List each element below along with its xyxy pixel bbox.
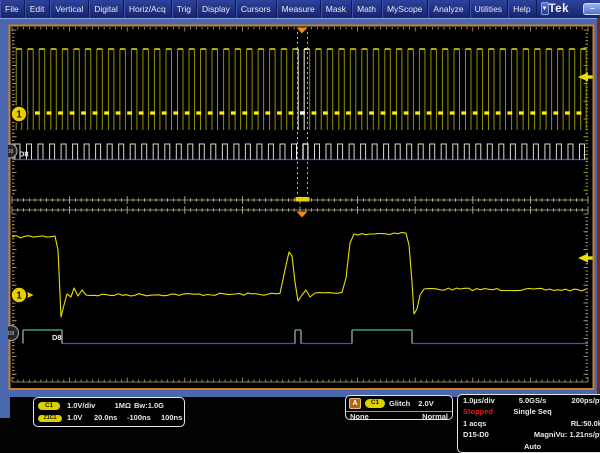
menu-item[interactable]: Display (197, 0, 236, 18)
menu-item[interactable]: Utilities (470, 0, 508, 18)
menu-item[interactable]: Cursors (236, 0, 277, 18)
horizontal-readout-box[interactable]: 1.0µs/div 5.0GS/s 200ps/pt Stopped Singl… (457, 394, 600, 453)
trigger-level: 2.0V (418, 400, 433, 408)
acquisition-count: 1 acqs (463, 420, 509, 428)
menu-item[interactable]: Digital (89, 0, 124, 18)
scope-display: 1 1 D8 D8 D8 D8 (8, 24, 597, 391)
status-bar-background-corner (0, 418, 10, 450)
chevron-down-icon: ▼ (542, 6, 548, 12)
trigger-type: Glitch (389, 400, 410, 408)
menu-items: FileEditVerticalDigitalHoriz/AcqTrigDisp… (0, 0, 537, 18)
svg-text:D8: D8 (8, 149, 13, 155)
channel1-badge-lower[interactable]: 1 (11, 287, 27, 303)
zoom-readout-badge[interactable]: Z1C1 (38, 415, 62, 422)
channel-readout-box[interactable]: C1 1.0V/div 1MΩ Bw:1.0G Z1C1 1.0V 20.0ns… (33, 397, 185, 427)
menu-item[interactable]: Mask (321, 0, 352, 18)
digital-group-badge-upper[interactable]: D8 (8, 144, 17, 158)
trigger-source-badge: C1 (365, 399, 385, 407)
menu-item[interactable]: Help (508, 0, 536, 18)
trigger-mode-auto: Auto (509, 443, 555, 451)
zoom-start: -100ns (127, 414, 161, 422)
menu-item[interactable]: File (0, 0, 25, 18)
trigger-holdoff: None (350, 413, 369, 421)
svg-text:1: 1 (16, 110, 22, 121)
menu-item[interactable]: MyScope (382, 0, 428, 18)
menu-bar: FileEditVerticalDigitalHoriz/AcqTrigDisp… (0, 0, 600, 18)
digital-channel-label-upper: D8 (19, 150, 29, 159)
trigger-mode: Normal (422, 413, 448, 421)
zoom-end: 100ns (161, 414, 182, 422)
minimize-button[interactable]: – (583, 3, 600, 15)
magnivu-rate: MagniVu: 1.21ns/pt (534, 431, 600, 439)
zoom-scale: 1.0V (67, 414, 94, 422)
channel1-badge-upper[interactable]: 1 (11, 106, 27, 122)
menu-item[interactable]: Vertical (50, 0, 89, 18)
ch1-scale: 1.0V/div (67, 402, 110, 410)
digital-channels: D15-D0 (463, 431, 498, 439)
menu-item[interactable]: Trig (172, 0, 197, 18)
digital-group-badge-lower[interactable]: D8 (8, 326, 19, 341)
menu-item[interactable]: Analyze (428, 0, 469, 18)
trigger-a-badge: A (349, 398, 361, 409)
horizontal-time-div: 1.0µs/div (463, 397, 509, 405)
window-controls: Tek – X (549, 0, 600, 18)
channel1-readout-badge[interactable]: C1 (38, 402, 60, 410)
minimize-icon: – (590, 4, 594, 13)
zoom-time-div: 20.0ns (94, 414, 127, 422)
brand-logo: Tek (549, 3, 569, 15)
menu-item[interactable]: Edit (25, 0, 51, 18)
menu-item[interactable]: Measure (277, 0, 321, 18)
sequence-mode: Single Seq (509, 408, 555, 416)
ch1-impedance: 1MΩ (110, 402, 134, 410)
sample-rate: 5.0GS/s (509, 397, 555, 405)
menu-item[interactable]: Math (352, 0, 382, 18)
svg-text:D8: D8 (8, 331, 14, 337)
record-length: RL:50.0k (556, 420, 600, 428)
resolution: 200ps/pt (556, 397, 600, 405)
svg-text:1: 1 (16, 291, 22, 302)
ch1-bandwidth: Bw:1.0G (134, 402, 180, 410)
menu-overflow-button[interactable]: ▼ (541, 2, 549, 15)
digital-channel-label-lower: D8 (52, 333, 62, 342)
trigger-readout-box[interactable]: A C1 Glitch 2.0V None Normal (345, 395, 453, 420)
zoom-window-bar[interactable] (296, 197, 310, 202)
acquisition-state: Stopped (463, 408, 509, 416)
menu-item[interactable]: Horiz/Acq (124, 0, 172, 18)
